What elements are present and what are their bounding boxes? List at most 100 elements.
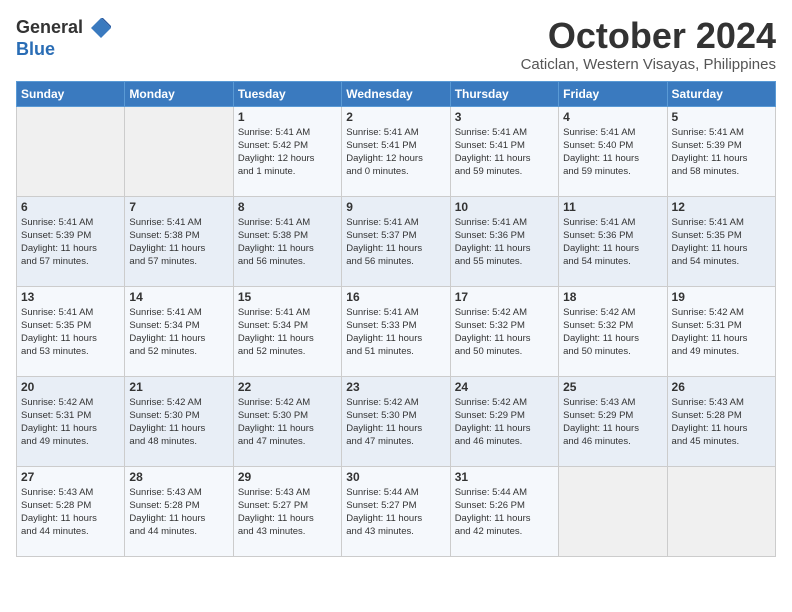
day-number: 12 [672,200,771,214]
weekday-header-cell: Monday [125,81,233,106]
calendar-cell: 21 Sunrise: 5:42 AM Sunset: 5:30 PM Dayli… [125,376,233,466]
day-number: 4 [563,110,662,124]
calendar-cell: 4 Sunrise: 5:41 AM Sunset: 5:40 PM Daylig… [559,106,667,196]
day-number: 2 [346,110,445,124]
calendar-cell: 29 Sunrise: 5:43 AM Sunset: 5:27 PM Dayli… [233,466,341,556]
day-info: Sunrise: 5:41 AM Sunset: 5:39 PM Dayligh… [21,216,120,269]
calendar-cell: 27 Sunrise: 5:43 AM Sunset: 5:28 PM Dayli… [17,466,125,556]
logo: General Blue [16,16,113,60]
day-info: Sunrise: 5:41 AM Sunset: 5:35 PM Dayligh… [21,306,120,359]
day-info: Sunrise: 5:41 AM Sunset: 5:38 PM Dayligh… [238,216,337,269]
weekday-header-cell: Thursday [450,81,558,106]
day-number: 19 [672,290,771,304]
calendar-cell: 6 Sunrise: 5:41 AM Sunset: 5:39 PM Daylig… [17,196,125,286]
day-info: Sunrise: 5:42 AM Sunset: 5:31 PM Dayligh… [672,306,771,359]
calendar-cell: 13Sunrise: 5:41 AM Sunset: 5:35 PM Dayli… [17,286,125,376]
day-info: Sunrise: 5:41 AM Sunset: 5:40 PM Dayligh… [563,126,662,179]
day-info: Sunrise: 5:42 AM Sunset: 5:31 PM Dayligh… [21,396,120,449]
calendar-cell [125,106,233,196]
day-number: 15 [238,290,337,304]
month-title: October 2024 [521,16,776,56]
calendar-cell: 23 Sunrise: 5:42 AM Sunset: 5:30 PM Dayli… [342,376,450,466]
day-number: 17 [455,290,554,304]
calendar-table: SundayMondayTuesdayWednesdayThursdayFrid… [16,81,776,557]
weekday-header-cell: Wednesday [342,81,450,106]
day-number: 18 [563,290,662,304]
day-info: Sunrise: 5:44 AM Sunset: 5:26 PM Dayligh… [455,486,554,539]
calendar-cell [17,106,125,196]
day-number: 16 [346,290,445,304]
calendar-cell: 2 Sunrise: 5:41 AM Sunset: 5:41 PM Daylig… [342,106,450,196]
day-info: Sunrise: 5:41 AM Sunset: 5:41 PM Dayligh… [346,126,445,179]
day-info: Sunrise: 5:42 AM Sunset: 5:30 PM Dayligh… [346,396,445,449]
day-number: 20 [21,380,120,394]
calendar-cell: 28Sunrise: 5:43 AM Sunset: 5:28 PM Dayli… [125,466,233,556]
page-header: General Blue October 2024 Caticlan, West… [16,16,776,73]
calendar-cell: 7Sunrise: 5:41 AM Sunset: 5:38 PM Daylig… [125,196,233,286]
calendar-cell: 3Sunrise: 5:41 AM Sunset: 5:41 PM Daylig… [450,106,558,196]
day-info: Sunrise: 5:43 AM Sunset: 5:28 PM Dayligh… [21,486,120,539]
logo-general: General [16,17,83,37]
calendar-cell: 26 Sunrise: 5:43 AM Sunset: 5:28 PM Dayli… [667,376,775,466]
day-number: 28 [129,470,228,484]
day-number: 29 [238,470,337,484]
day-number: 11 [563,200,662,214]
day-info: Sunrise: 5:41 AM Sunset: 5:37 PM Dayligh… [346,216,445,269]
day-info: Sunrise: 5:41 AM Sunset: 5:36 PM Dayligh… [563,216,662,269]
calendar-cell: 15 Sunrise: 5:41 AM Sunset: 5:34 PM Dayli… [233,286,341,376]
day-info: Sunrise: 5:42 AM Sunset: 5:30 PM Dayligh… [129,396,228,449]
day-number: 25 [563,380,662,394]
day-info: Sunrise: 5:42 AM Sunset: 5:32 PM Dayligh… [455,306,554,359]
calendar-cell: 11 Sunrise: 5:41 AM Sunset: 5:36 PM Dayli… [559,196,667,286]
calendar-cell: 20 Sunrise: 5:42 AM Sunset: 5:31 PM Dayli… [17,376,125,466]
day-info: Sunrise: 5:41 AM Sunset: 5:42 PM Dayligh… [238,126,337,179]
calendar-cell: 22 Sunrise: 5:42 AM Sunset: 5:30 PM Dayli… [233,376,341,466]
day-info: Sunrise: 5:41 AM Sunset: 5:34 PM Dayligh… [129,306,228,359]
calendar-week-row: 6 Sunrise: 5:41 AM Sunset: 5:39 PM Daylig… [17,196,776,286]
calendar-cell: 16 Sunrise: 5:41 AM Sunset: 5:33 PM Dayli… [342,286,450,376]
day-number: 23 [346,380,445,394]
day-number: 22 [238,380,337,394]
day-number: 5 [672,110,771,124]
day-info: Sunrise: 5:43 AM Sunset: 5:28 PM Dayligh… [672,396,771,449]
logo-blue: Blue [16,39,55,59]
day-info: Sunrise: 5:41 AM Sunset: 5:39 PM Dayligh… [672,126,771,179]
day-number: 31 [455,470,554,484]
calendar-cell: 12 Sunrise: 5:41 AM Sunset: 5:35 PM Dayli… [667,196,775,286]
weekday-header-cell: Friday [559,81,667,106]
day-info: Sunrise: 5:41 AM Sunset: 5:35 PM Dayligh… [672,216,771,269]
day-info: Sunrise: 5:43 AM Sunset: 5:29 PM Dayligh… [563,396,662,449]
weekday-header-row: SundayMondayTuesdayWednesdayThursdayFrid… [17,81,776,106]
calendar-cell: 1Sunrise: 5:41 AM Sunset: 5:42 PM Daylig… [233,106,341,196]
calendar-cell: 19 Sunrise: 5:42 AM Sunset: 5:31 PM Dayli… [667,286,775,376]
day-info: Sunrise: 5:41 AM Sunset: 5:38 PM Dayligh… [129,216,228,269]
calendar-cell: 5 Sunrise: 5:41 AM Sunset: 5:39 PM Daylig… [667,106,775,196]
calendar-cell [559,466,667,556]
calendar-cell: 17 Sunrise: 5:42 AM Sunset: 5:32 PM Dayli… [450,286,558,376]
calendar-cell: 31 Sunrise: 5:44 AM Sunset: 5:26 PM Dayli… [450,466,558,556]
calendar-cell: 24Sunrise: 5:42 AM Sunset: 5:29 PM Dayli… [450,376,558,466]
day-info: Sunrise: 5:42 AM Sunset: 5:30 PM Dayligh… [238,396,337,449]
day-info: Sunrise: 5:41 AM Sunset: 5:33 PM Dayligh… [346,306,445,359]
calendar-week-row: 20 Sunrise: 5:42 AM Sunset: 5:31 PM Dayli… [17,376,776,466]
day-number: 27 [21,470,120,484]
day-number: 10 [455,200,554,214]
day-number: 30 [346,470,445,484]
calendar-cell: 30 Sunrise: 5:44 AM Sunset: 5:27 PM Dayli… [342,466,450,556]
day-number: 26 [672,380,771,394]
calendar-cell: 8Sunrise: 5:41 AM Sunset: 5:38 PM Daylig… [233,196,341,286]
day-number: 3 [455,110,554,124]
day-info: Sunrise: 5:43 AM Sunset: 5:27 PM Dayligh… [238,486,337,539]
day-number: 21 [129,380,228,394]
calendar-cell [667,466,775,556]
title-block: October 2024 Caticlan, Western Visayas, … [521,16,776,73]
day-info: Sunrise: 5:41 AM Sunset: 5:34 PM Dayligh… [238,306,337,359]
day-number: 6 [21,200,120,214]
day-number: 9 [346,200,445,214]
calendar-week-row: 27 Sunrise: 5:43 AM Sunset: 5:28 PM Dayli… [17,466,776,556]
day-info: Sunrise: 5:42 AM Sunset: 5:29 PM Dayligh… [455,396,554,449]
day-info: Sunrise: 5:42 AM Sunset: 5:32 PM Dayligh… [563,306,662,359]
calendar-cell: 10Sunrise: 5:41 AM Sunset: 5:36 PM Dayli… [450,196,558,286]
day-info: Sunrise: 5:44 AM Sunset: 5:27 PM Dayligh… [346,486,445,539]
calendar-body: 1Sunrise: 5:41 AM Sunset: 5:42 PM Daylig… [17,106,776,556]
